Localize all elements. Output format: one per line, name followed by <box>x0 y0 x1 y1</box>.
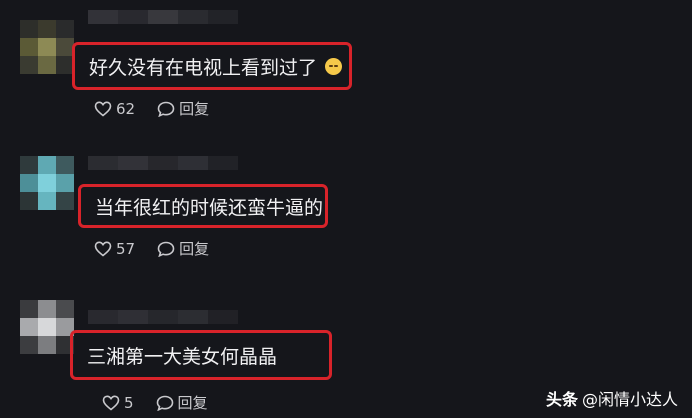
watermark: 头条 @闲情小达人 <box>546 386 678 410</box>
like-count: 62 <box>116 99 136 118</box>
like-button[interactable]: 62 <box>94 100 135 118</box>
avatar[interactable] <box>20 156 74 210</box>
watermark-handle: @闲情小达人 <box>581 390 678 409</box>
comment-list: 好久没有在电视上看到过了 62 回复 当年很红的时候还蛮牛逼的 57 回复 三湘… <box>0 0 692 418</box>
comment-actions: 57 回复 <box>94 238 231 259</box>
reply-bubble-icon <box>157 101 175 117</box>
smile-emoji-icon <box>325 57 343 75</box>
reply-label: 回复 <box>179 240 210 258</box>
reply-bubble-icon <box>157 241 175 257</box>
like-count: 5 <box>124 393 134 412</box>
comment-text: 三湘第一大美女何晶晶 <box>87 345 278 368</box>
comment-item: 好久没有在电视上看到过了 62 回复 <box>0 0 692 130</box>
comment-text: 好久没有在电视上看到过了 <box>89 56 318 79</box>
like-count: 57 <box>116 239 136 258</box>
reply-button[interactable]: 回复 <box>157 98 209 119</box>
comment-text: 当年很红的时候还蛮牛逼的 <box>95 196 324 219</box>
watermark-brand: 头条 <box>545 390 578 409</box>
username-blurred <box>88 10 238 24</box>
comment-item: 当年很红的时候还蛮牛逼的 57 回复 <box>0 140 692 270</box>
heart-icon <box>94 100 112 117</box>
avatar[interactable] <box>20 300 74 354</box>
heart-icon <box>94 240 112 257</box>
like-button[interactable]: 57 <box>94 240 135 258</box>
heart-icon <box>102 394 120 411</box>
avatar[interactable] <box>20 20 74 74</box>
comment-actions: 62 回复 <box>94 98 231 119</box>
reply-button[interactable]: 回复 <box>157 238 209 259</box>
like-button[interactable]: 5 <box>102 394 134 412</box>
reply-bubble-icon <box>156 395 173 411</box>
reply-label: 回复 <box>177 394 208 412</box>
comment-actions: 5 回复 <box>102 392 230 413</box>
reply-label: 回复 <box>179 100 210 118</box>
username-blurred <box>88 310 238 324</box>
comment-text-highlight: 当年很红的时候还蛮牛逼的 <box>78 184 328 228</box>
comment-text-highlight: 好久没有在电视上看到过了 <box>72 42 352 90</box>
reply-button[interactable]: 回复 <box>156 392 208 413</box>
username-blurred <box>88 156 238 170</box>
comment-text-highlight: 三湘第一大美女何晶晶 <box>70 330 332 380</box>
